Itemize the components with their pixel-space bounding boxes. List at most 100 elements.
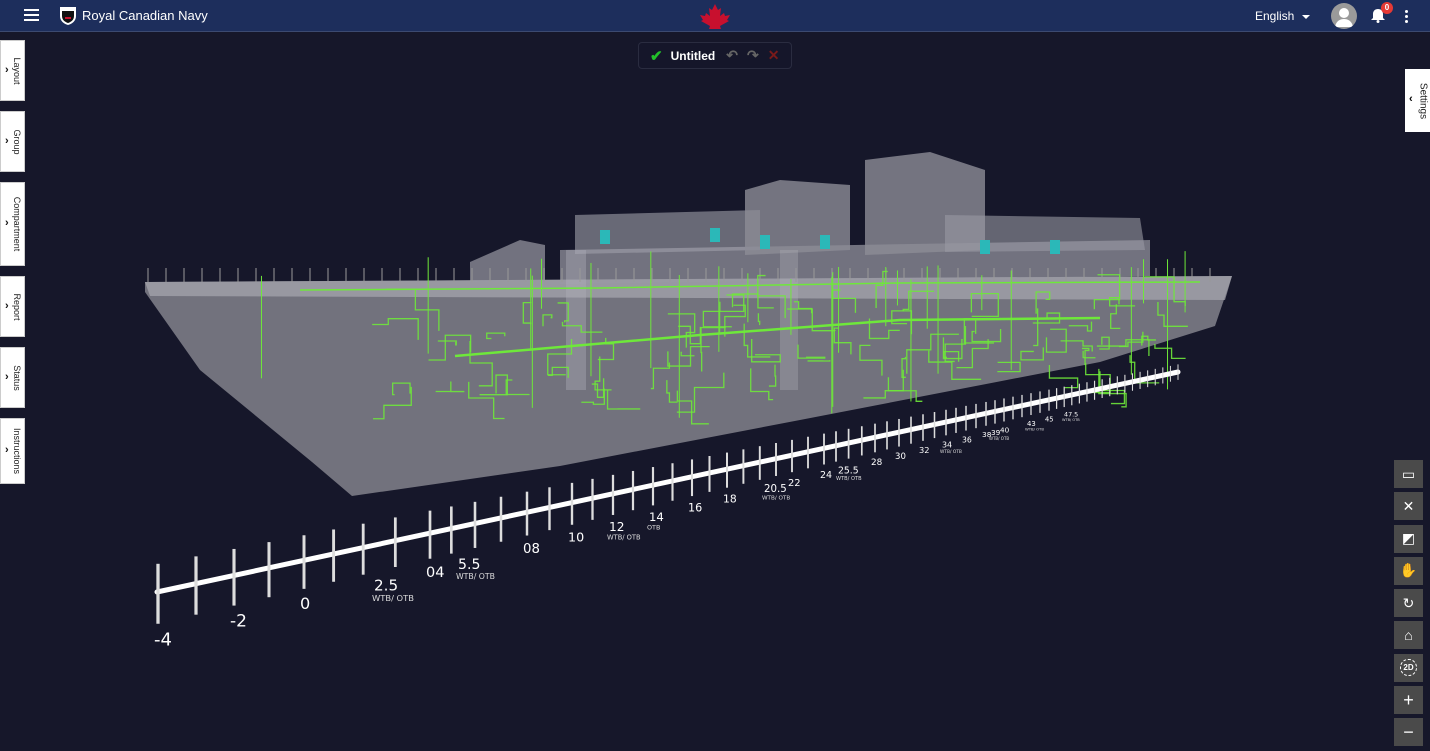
frame-sublabel: OTB — [647, 523, 660, 531]
frame-sublabel: WTB/ OTB — [989, 436, 1009, 441]
home-button[interactable]: ⌂ — [1394, 621, 1423, 650]
app-title: Royal Canadian Navy — [82, 8, 208, 23]
tab-compartment[interactable]: › Compartment — [0, 182, 25, 266]
chevron-right-icon: › — [5, 134, 9, 147]
refresh-icon: ↻ — [1402, 594, 1415, 611]
frame-sublabel: WTB/ OTB — [1062, 418, 1080, 422]
fit-view-button[interactable]: ▭ — [1394, 460, 1423, 488]
tab-label: Settings — [1417, 82, 1429, 119]
frame-sublabel: WTB/ OTB — [1025, 427, 1044, 432]
frame-label: 0 — [300, 594, 310, 613]
language-value: English — [1255, 9, 1295, 23]
ship-model — [145, 152, 1232, 496]
equipment — [1050, 240, 1060, 254]
home-icon: ⌂ — [1404, 627, 1413, 644]
2d-icon: 2D — [1400, 659, 1417, 677]
frame-label: 04 — [426, 565, 444, 581]
redo-icon[interactable]: ↷ — [747, 47, 759, 64]
frame-label: 5.5 — [458, 557, 480, 573]
measure-button[interactable]: ✕ — [1394, 492, 1423, 521]
chevron-right-icon: › — [5, 370, 9, 383]
equipment — [600, 230, 610, 244]
frame-label: -2 — [230, 612, 247, 632]
chevron-right-icon: › — [5, 217, 9, 229]
rotate-button[interactable]: ↻ — [1394, 589, 1423, 618]
tab-label: Instructions — [12, 427, 22, 475]
close-icon[interactable]: ✕ — [768, 47, 780, 64]
tab-label: Report — [12, 292, 22, 321]
document-bar: ✔ Untitled ↶ ↷ ✕ — [638, 42, 792, 69]
hand-icon: ✋ — [1399, 562, 1418, 579]
tab-settings[interactable]: ‹ Settings — [1405, 69, 1430, 132]
frame-label: 22 — [788, 478, 801, 489]
frame-label: 30 — [895, 452, 906, 462]
user-avatar[interactable] — [1331, 3, 1357, 29]
frame-label: 36 — [962, 435, 972, 444]
undo-icon[interactable]: ↶ — [726, 47, 738, 64]
tab-instructions[interactable]: › Instructions — [0, 418, 25, 484]
frame-label: 16 — [688, 501, 702, 514]
tab-label: Group — [12, 128, 22, 155]
document-name[interactable]: Untitled — [671, 49, 716, 63]
equipment — [710, 228, 720, 242]
notification-badge: 0 — [1381, 2, 1393, 14]
screen-icon: ▭ — [1401, 465, 1416, 482]
frame-label: 45 — [1045, 415, 1053, 423]
chevron-right-icon: › — [5, 299, 9, 312]
pipe-segment — [1154, 343, 1186, 360]
tab-layout[interactable]: › Layout — [0, 40, 25, 101]
frame-sublabel: WTB/ OTB — [607, 534, 641, 542]
frame-sublabel: WTB/ OTB — [372, 593, 414, 603]
frame-label: 14 — [649, 510, 664, 524]
pan-button[interactable]: ✋ — [1394, 556, 1423, 585]
plus-icon: + — [1403, 689, 1414, 710]
frame-label: 12 — [609, 520, 625, 534]
frame-sublabel: WTB/ OTB — [456, 572, 495, 581]
tab-label: Compartment — [12, 196, 22, 252]
hangar — [945, 215, 1145, 252]
chevron-left-icon: ‹ — [1409, 93, 1413, 105]
zoom-out-button[interactable]: − — [1394, 718, 1423, 747]
frame-label: 40 — [1000, 426, 1010, 435]
minus-icon: − — [1403, 721, 1414, 742]
more-options-icon[interactable] — [1405, 10, 1409, 25]
vertical-trunk — [780, 250, 798, 390]
frame-sublabel: WTB/ OTB — [836, 476, 862, 482]
zoom-in-button[interactable]: + — [1394, 686, 1423, 715]
tab-status[interactable]: › Status — [0, 347, 25, 408]
tab-label: Layout — [12, 56, 22, 85]
language-select[interactable]: English — [1255, 9, 1311, 23]
section-icon: ◩ — [1401, 530, 1416, 547]
frame-label: 34 — [942, 440, 952, 449]
maple-leaf-icon — [700, 4, 730, 29]
top-bar: Royal Canadian Navy English 0 — [0, 0, 1430, 32]
frame-label: 32 — [919, 445, 930, 455]
frame-label: 2.5 — [374, 576, 398, 594]
tab-label: Status — [12, 364, 22, 391]
check-icon: ✔ — [650, 47, 663, 65]
tab-report[interactable]: › Report — [0, 276, 25, 337]
frame-label: 08 — [523, 542, 540, 557]
equipment — [760, 235, 770, 249]
frame-label: 28 — [871, 458, 883, 468]
navy-crest-logo — [60, 7, 76, 25]
frame-label: 25.5 — [838, 465, 859, 476]
ship-3d-viewport[interactable]: -4-202.5WTB/ OTB045.5WTB/ OTB081012WTB/ … — [0, 33, 1430, 749]
equipment — [980, 240, 990, 254]
caret-down-icon — [1302, 14, 1311, 19]
frame-sublabel: WTB/ OTB — [940, 449, 962, 455]
hull — [145, 276, 1232, 496]
section-button[interactable]: ◩ — [1394, 524, 1423, 553]
chevron-right-icon: › — [5, 444, 9, 456]
chevron-right-icon: › — [5, 63, 9, 76]
frame-sublabel: WTB/ OTB — [762, 495, 790, 501]
equipment — [820, 235, 830, 249]
vertical-trunk — [566, 250, 586, 390]
viewer-toolbar: ▭ ✕ ◩ ✋ ↻ ⌂ 2D + − — [1394, 460, 1423, 751]
frame-label: 18 — [723, 492, 737, 505]
menu-icon[interactable] — [24, 9, 39, 21]
toggle-2d-button[interactable]: 2D — [1394, 653, 1423, 682]
frame-label: 24 — [820, 470, 832, 481]
tab-group[interactable]: › Group — [0, 111, 25, 172]
tools-icon: ✕ — [1402, 497, 1415, 514]
